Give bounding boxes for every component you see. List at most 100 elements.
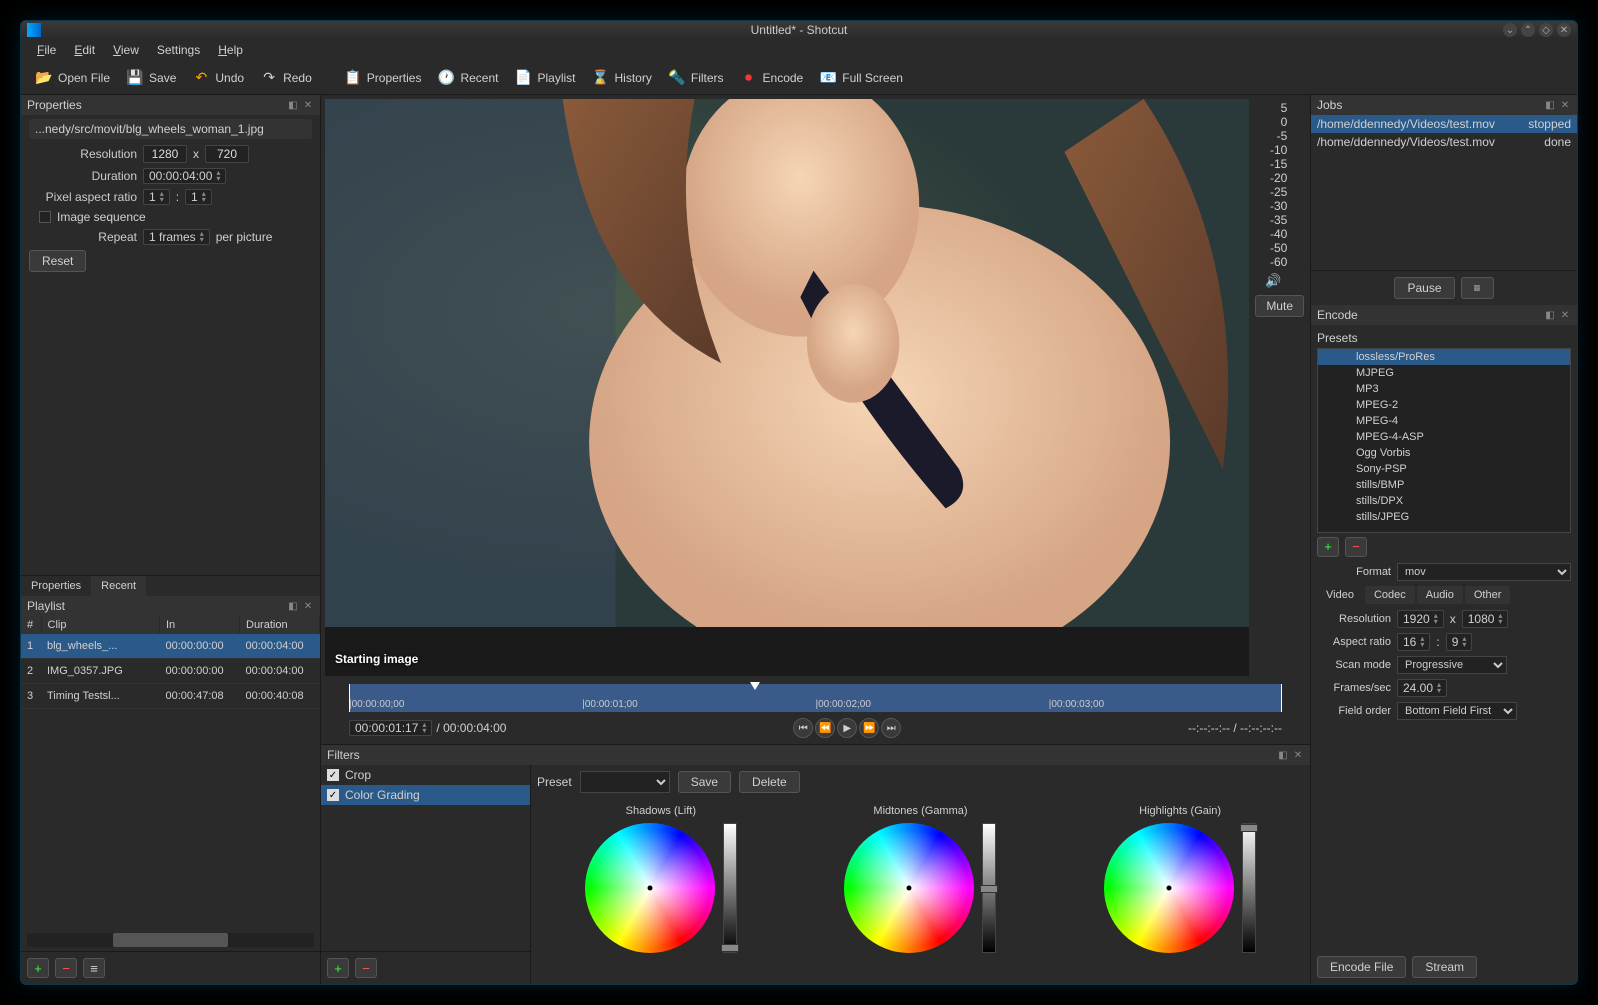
res-height-input[interactable]: 720 xyxy=(205,145,249,163)
stream-button[interactable]: Stream xyxy=(1412,956,1477,978)
detach-icon[interactable]: ◧ xyxy=(287,600,299,612)
preset-item[interactable]: stills/BMP xyxy=(1318,477,1570,493)
playlist-scrollbar[interactable] xyxy=(27,933,314,947)
history-button[interactable]: ⌛History xyxy=(586,65,658,91)
playlist-row[interactable]: 1blg_wheels_...00:00:00:0000:00:04:00 xyxy=(21,634,320,659)
preset-list[interactable]: lossless/ProResMJPEGMP3MPEG-2MPEG-4MPEG-… xyxy=(1317,348,1571,533)
remove-filter-button[interactable]: − xyxy=(355,958,377,978)
highlights-slider[interactable] xyxy=(1242,823,1256,953)
detach-icon[interactable]: ◧ xyxy=(1544,309,1556,321)
maximize-icon[interactable]: ⌃ xyxy=(1521,23,1535,37)
add-filter-button[interactable]: + xyxy=(327,958,349,978)
minimize-icon[interactable]: ⌄ xyxy=(1503,23,1517,37)
timecode-current[interactable]: 00:00:01:17▴▾ xyxy=(349,720,432,736)
preset-item[interactable]: Ogg Vorbis xyxy=(1318,445,1570,461)
fullscreen-button[interactable]: 📧Full Screen xyxy=(813,65,909,91)
close-panel-icon[interactable]: ✕ xyxy=(302,600,314,612)
encode-tab[interactable]: Video xyxy=(1317,586,1363,604)
shadows-wheel[interactable] xyxy=(585,823,715,953)
col-clip[interactable]: Clip xyxy=(41,616,160,634)
imgseq-checkbox[interactable] xyxy=(39,211,51,223)
preset-item[interactable]: stills/DPX xyxy=(1318,493,1570,509)
menu-help[interactable]: Help xyxy=(210,41,251,59)
play-button[interactable]: ▶ xyxy=(837,718,857,738)
preset-item[interactable]: lossless/ProRes xyxy=(1318,349,1570,365)
close-panel-icon[interactable]: ✕ xyxy=(1292,749,1304,761)
skip-start-button[interactable]: ⏮ xyxy=(793,718,813,738)
playlist-row[interactable]: 3Timing Testsl...00:00:47:0800:00:40:08 xyxy=(21,684,320,709)
tab-properties[interactable]: Properties xyxy=(21,576,91,596)
encode-tab[interactable]: Codec xyxy=(1365,586,1415,604)
scan-select[interactable]: Progressive xyxy=(1397,656,1507,674)
add-preset-button[interactable]: + xyxy=(1317,537,1339,557)
midtones-wheel[interactable] xyxy=(844,823,974,953)
skip-end-button[interactable]: ⏭ xyxy=(881,718,901,738)
res-width-input[interactable]: 1280 xyxy=(143,145,187,163)
preset-select[interactable] xyxy=(580,771,670,793)
preset-item[interactable]: MJPEG xyxy=(1318,365,1570,381)
volume-icon[interactable]: 🔊 xyxy=(1255,273,1291,291)
par-b-input[interactable]: 1▴▾ xyxy=(185,189,212,205)
save-preset-button[interactable]: Save xyxy=(678,771,731,793)
timeline-ruler[interactable]: |00:00:00;00|00:00:01;00|00:00:02;00|00:… xyxy=(349,684,1282,712)
duration-input[interactable]: 00:00:04:00▴▾ xyxy=(143,168,226,184)
detach-icon[interactable]: ◧ xyxy=(287,99,299,111)
encode-tab[interactable]: Other xyxy=(1465,586,1511,604)
highlights-wheel[interactable] xyxy=(1104,823,1234,953)
fps-input[interactable]: 24.00▴▾ xyxy=(1397,679,1447,697)
menu-file[interactable]: File xyxy=(29,41,64,59)
delete-preset-button[interactable]: Delete xyxy=(739,771,800,793)
preset-item[interactable]: MPEG-4 xyxy=(1318,413,1570,429)
rewind-button[interactable]: ⏪ xyxy=(815,718,835,738)
midtones-slider[interactable] xyxy=(982,823,996,953)
job-row[interactable]: /home/ddennedy/Videos/test.movdone xyxy=(1311,133,1577,151)
preset-item[interactable]: MPEG-4-ASP xyxy=(1318,429,1570,445)
tab-recent[interactable]: Recent xyxy=(91,576,146,596)
var-b-input[interactable]: 9▴▾ xyxy=(1446,633,1473,651)
pause-jobs-button[interactable]: Pause xyxy=(1394,277,1454,299)
preset-item[interactable]: MP3 xyxy=(1318,381,1570,397)
add-clip-button[interactable]: + xyxy=(27,958,49,978)
mute-button[interactable]: Mute xyxy=(1255,295,1304,317)
save-button[interactable]: 💾Save xyxy=(120,65,182,91)
reset-button[interactable]: Reset xyxy=(29,250,86,272)
encode-tab[interactable]: Audio xyxy=(1417,586,1463,604)
menu-settings[interactable]: Settings xyxy=(149,41,208,59)
job-row[interactable]: /home/ddennedy/Videos/test.movstopped xyxy=(1311,115,1577,133)
playlist-menu-button[interactable]: ≡ xyxy=(83,958,105,978)
close-icon[interactable]: ✕ xyxy=(1557,23,1571,37)
recent-button[interactable]: 🕐Recent xyxy=(431,65,504,91)
playhead-icon[interactable] xyxy=(750,682,760,690)
preset-item[interactable]: Sony-PSP xyxy=(1318,461,1570,477)
repeat-input[interactable]: 1 frames▴▾ xyxy=(143,229,210,245)
detach-icon[interactable]: ◧ xyxy=(1544,99,1556,111)
close-panel-icon[interactable]: ✕ xyxy=(302,99,314,111)
vres-h-input[interactable]: 1080▴▾ xyxy=(1462,610,1509,628)
detach-icon[interactable]: ◧ xyxy=(1277,749,1289,761)
filter-item[interactable]: ✓Crop xyxy=(321,765,530,785)
redo-button[interactable]: ↷Redo xyxy=(254,65,318,91)
properties-button[interactable]: 📋Properties xyxy=(338,65,428,91)
undo-button[interactable]: ↶Undo xyxy=(186,65,250,91)
fastfwd-button[interactable]: ⏩ xyxy=(859,718,879,738)
menu-view[interactable]: View xyxy=(105,41,147,59)
remove-clip-button[interactable]: − xyxy=(55,958,77,978)
filter-item[interactable]: ✓Color Grading xyxy=(321,785,530,805)
format-select[interactable]: mov xyxy=(1397,563,1571,581)
preset-item[interactable]: MPEG-2 xyxy=(1318,397,1570,413)
preview-viewport[interactable]: Starting image xyxy=(325,99,1249,676)
col-dur[interactable]: Duration xyxy=(240,616,320,634)
encode-button[interactable]: ⏺Encode xyxy=(734,65,810,91)
playlist-button[interactable]: 📄Playlist xyxy=(509,65,582,91)
fo-select[interactable]: Bottom Field First xyxy=(1397,702,1517,720)
playlist-row[interactable]: 2IMG_0357.JPG00:00:00:0000:00:04:00 xyxy=(21,659,320,684)
close-panel-icon[interactable]: ✕ xyxy=(1559,309,1571,321)
preset-item[interactable]: stills/JPEG xyxy=(1318,509,1570,525)
encode-file-button[interactable]: Encode File xyxy=(1317,956,1406,978)
var-a-input[interactable]: 16▴▾ xyxy=(1397,633,1430,651)
menu-edit[interactable]: Edit xyxy=(66,41,103,59)
remove-preset-button[interactable]: − xyxy=(1345,537,1367,557)
filters-button[interactable]: 🔦Filters xyxy=(662,65,730,91)
col-in[interactable]: In xyxy=(160,616,240,634)
vres-w-input[interactable]: 1920▴▾ xyxy=(1397,610,1444,628)
